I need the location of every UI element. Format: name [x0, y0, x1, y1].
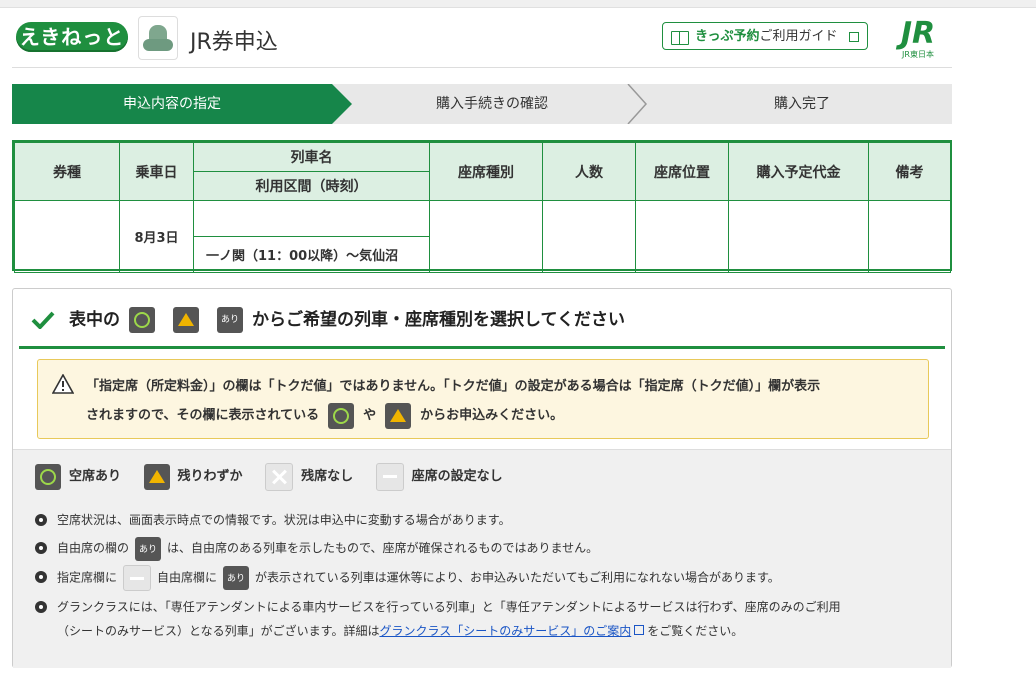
notice-text: 「指定席（所定料金）」の欄は「トクだ値」ではありません。「トクだ値」の設定がある… [86, 372, 916, 430]
cell-remarks [868, 200, 951, 273]
notice-box: 「指定席（所定料金）」の欄は「トクだ値」ではありません。「トクだ値」の設定がある… [37, 359, 929, 439]
step-1-label: 申込内容の指定 [123, 96, 221, 112]
step-3-label: 購入完了 [774, 96, 830, 112]
legend-area: 空席あり 残りわずか 残席なし 座席の設定なし 空席状況は、画面表示時点での情報… [13, 449, 951, 668]
header: えきねっと JR券申込 きっぷ予約ご利用ガイド JR JR東日本 [12, 14, 952, 66]
gran-class-link[interactable]: グランクラス「シートのみサービス」のご案内 [379, 624, 631, 638]
available-circle-icon [328, 402, 355, 429]
notice-line-2a: されますので、その欄に表示されている [86, 408, 320, 423]
notes-list: 空席状況は、画面表示時点での情報です。状況は申込中に変動する場合があります。 自… [35, 508, 935, 647]
heading-suffix: からご希望の列車・座席種別を選択してください [252, 310, 625, 330]
note-3-text-a: 指定席欄に [57, 570, 118, 584]
available-circle-icon [129, 307, 155, 333]
check-icon [31, 311, 55, 329]
few-left-triangle-icon [173, 307, 199, 333]
step-1: 申込内容の指定 [12, 84, 352, 124]
ekinet-logo[interactable]: えきねっと [16, 22, 128, 52]
bullet-icon [35, 570, 47, 583]
step-2: 購入手続きの確認 [352, 84, 632, 124]
notice-ya: や [363, 408, 377, 423]
jr-logo-sub: JR東日本 [902, 50, 934, 59]
external-link-icon [849, 32, 859, 42]
no-setting-dash-icon [375, 462, 404, 491]
legend-available: 空席あり [35, 462, 121, 492]
few-left-triangle-icon [385, 402, 412, 429]
cell-train-name [193, 200, 430, 237]
col-train-name: 列車名 [193, 142, 430, 172]
list-item: 自由席の欄の あり は、自由席のある列車を示したもので、座席が確保されるものではあり… [35, 536, 935, 561]
sold-out-cross-icon [265, 462, 294, 491]
no-setting-dash-icon [123, 564, 152, 591]
jr-east-logo: JR JR東日本 [890, 18, 946, 62]
note-4-text-c: をご覧ください。 [647, 623, 744, 638]
warning-icon [52, 374, 74, 394]
col-section: 利用区間（時刻） [193, 171, 430, 201]
col-date: 乗車日 [119, 142, 194, 201]
book-icon [671, 31, 689, 45]
legend-few-label: 残りわずか [177, 469, 243, 484]
guide-link-text: ご利用ガイド [759, 29, 838, 44]
cell-date: 8月3日 [119, 200, 194, 273]
col-ticket-type: 券種 [14, 142, 120, 201]
col-remarks: 備考 [868, 142, 951, 201]
panel-heading: 表中の あり からご希望の列車・座席種別を選択してください [19, 295, 945, 349]
cell-people [542, 200, 636, 273]
bullet-icon [35, 514, 47, 526]
note-2-text-a: 自由席の欄の [57, 541, 130, 555]
ari-icon: あり [135, 536, 162, 561]
external-link-icon [634, 624, 645, 635]
guide-link-bold: きっぷ予約 [695, 29, 760, 44]
notice-line-2b: からお申込みください。 [420, 408, 564, 423]
legend-none: 残席なし [265, 462, 353, 492]
note-1-text: 空席状況は、画面表示時点での情報です。状況は申込中に変動する場合があります。 [57, 513, 511, 527]
available-circle-icon [35, 463, 61, 490]
list-item: グランクラスには、「専任アテンダントによる車内サービスを行っている列車」と「専任… [35, 595, 935, 643]
few-left-triangle-icon [143, 463, 170, 490]
instruction-panel: 表中の あり からご希望の列車・座席種別を選択してください 「指定席（所定料金）」の… [12, 288, 952, 668]
jr-logo-mark: JR [900, 16, 936, 51]
cell-ticket-type [14, 200, 120, 273]
ari-icon: あり [217, 307, 243, 333]
note-3-text-c: が表示されている列車は運休等により、お申込みいただいてもご利用になれない場合があ… [255, 570, 780, 584]
reservation-table: 券種 乗車日 列車名 座席種別 人数 座席位置 購入予定代金 備考 利用区間（時… [12, 140, 952, 273]
bullet-icon [35, 600, 47, 613]
legend-few: 残りわずか [143, 462, 243, 492]
bullet-icon [35, 542, 47, 554]
header-divider [12, 67, 952, 68]
col-seat-position: 座席位置 [635, 142, 729, 201]
cell-price [728, 200, 869, 273]
legend: 空席あり 残りわずか 残席なし 座席の設定なし [35, 462, 521, 492]
mascot-icon [138, 16, 178, 60]
cell-seat-class [429, 200, 543, 273]
step-3: 購入完了 [652, 84, 952, 124]
note-4-text-b: （シートのみサービス）となる列車」がございます。詳細は [57, 623, 380, 638]
ari-icon: あり [223, 565, 250, 590]
list-item: 空席状況は、画面表示時点での情報です。状況は申込中に変動する場合があります。 [35, 508, 935, 532]
cell-section: 一ノ関（11：00以降）〜気仙沼 [193, 236, 430, 273]
legend-no-setting-label: 座席の設定なし [411, 469, 503, 484]
list-item: 指定席欄に 自由席欄に あり が表示されている列車は運休等により、お申込みいただいても… [35, 564, 935, 591]
cell-seat-position [635, 200, 729, 273]
note-4-text-a: グランクラスには、「専任アテンダントによる車内サービスを行っている列車」と「専任… [57, 599, 841, 614]
guide-link[interactable]: きっぷ予約ご利用ガイド [662, 22, 868, 50]
top-strip [0, 0, 1036, 8]
col-people: 人数 [542, 142, 636, 201]
heading-prefix: 表中の [69, 310, 120, 330]
legend-none-label: 残席なし [301, 469, 354, 484]
progress-steps: 申込内容の指定 購入手続きの確認 購入完了 [12, 84, 952, 124]
col-seat-class: 座席種別 [429, 142, 543, 201]
note-2-text-b: は、自由席のある列車を示したもので、座席が確保されるものではありません。 [167, 541, 599, 555]
col-price: 購入予定代金 [728, 142, 869, 201]
notice-line-1: 「指定席（所定料金）」の欄は「トクだ値」ではありません。「トクだ値」の設定がある… [86, 379, 821, 394]
legend-available-label: 空席あり [69, 469, 122, 484]
note-3-text-b: 自由席欄に [157, 570, 218, 584]
step-2-label: 購入手続きの確認 [436, 96, 548, 112]
table-row: 8月3日 [14, 200, 951, 273]
legend-no-setting: 座席の設定なし [375, 462, 503, 492]
panel-heading-text: 表中の あり からご希望の列車・座席種別を選択してください [69, 307, 625, 333]
page-title: JR券申込 [190, 30, 278, 55]
